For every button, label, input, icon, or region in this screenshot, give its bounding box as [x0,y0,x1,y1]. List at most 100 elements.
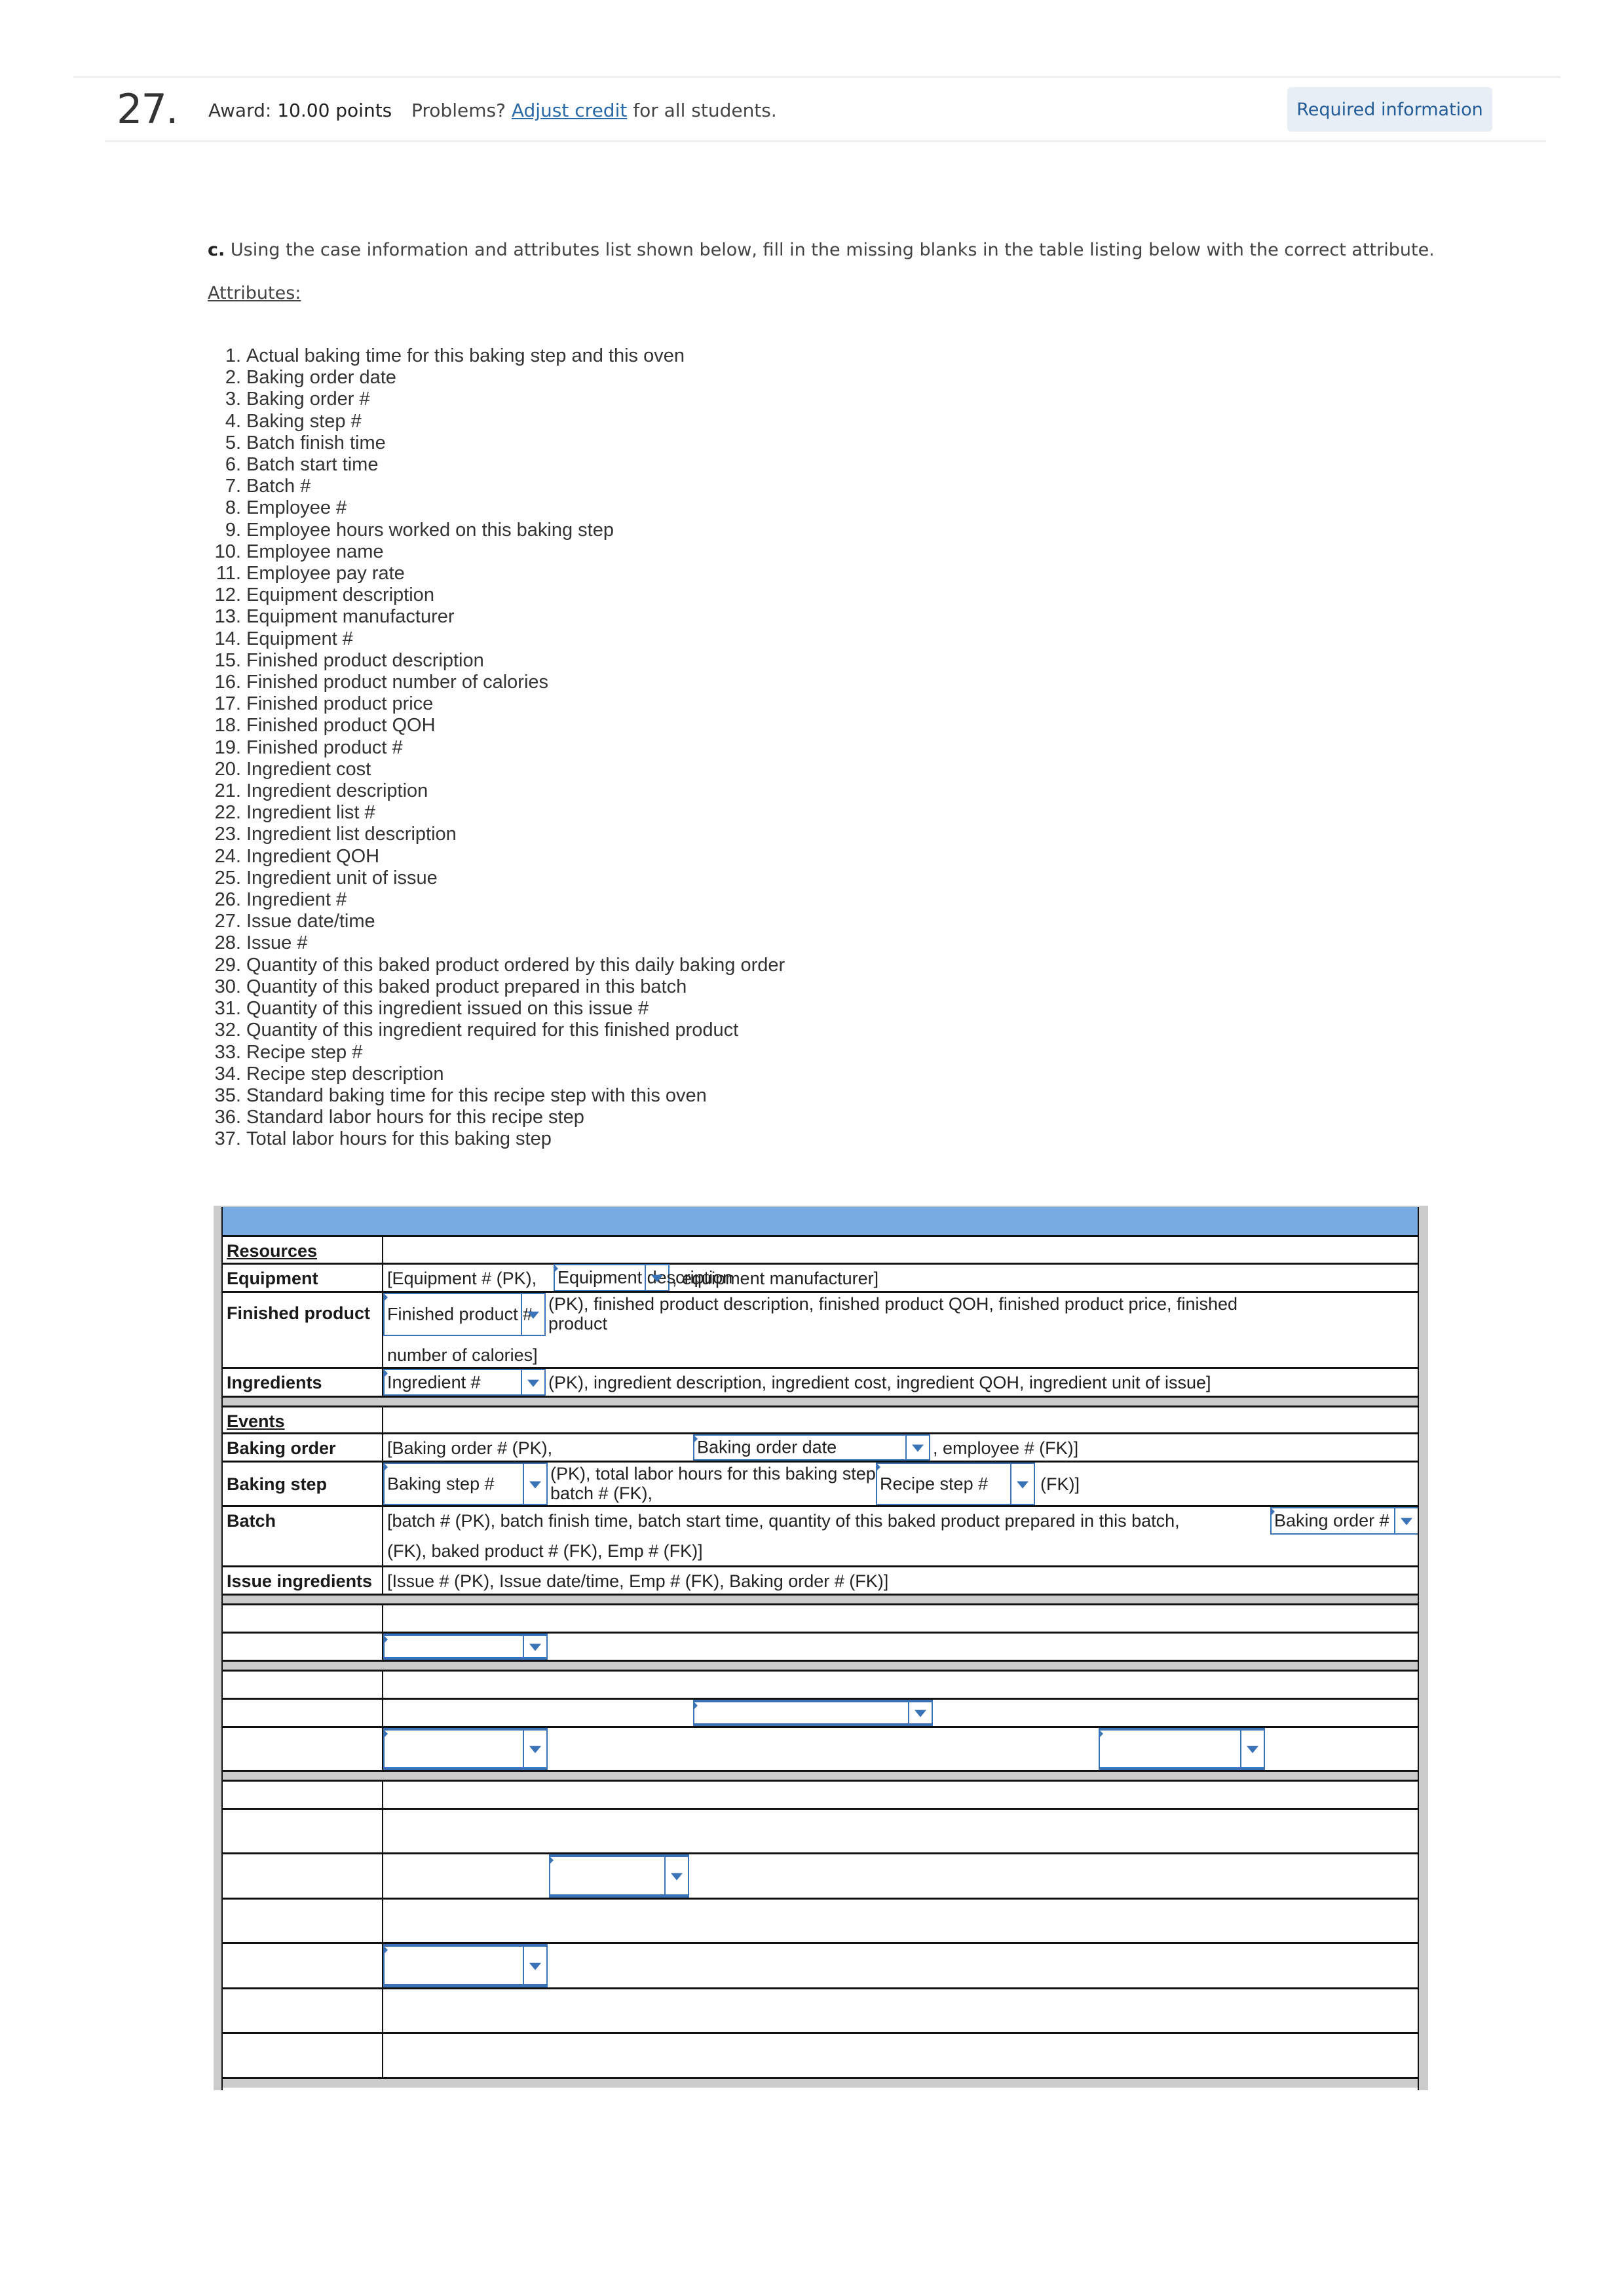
batch-baking-order-dropdown[interactable]: Baking order # [1270,1507,1419,1535]
flag-icon [383,1293,388,1302]
dropdown-button[interactable] [523,1731,546,1767]
attribute-text: Batch start time [246,454,379,476]
empty-dropdown[interactable] [383,1728,548,1770]
attribute-item: 31. Quantity of this ingredient issued on… [204,998,785,1020]
attribute-number: 29. [214,954,241,976]
dropdown-button[interactable] [523,1636,546,1657]
table-row-blank [221,1603,1419,1632]
baking-order-prefix: [Baking order # (PK), [387,1438,553,1458]
table-row-blank [221,1670,1419,1698]
finished-product-text-line1: (PK), finished product description, fini… [548,1294,1238,1314]
attribute-number: 7. [225,476,241,497]
empty-dropdown[interactable] [549,1854,689,1898]
dropdown-button[interactable] [1010,1464,1034,1504]
section-separator [221,1396,1419,1406]
attribute-text: Quantity of this ingredient required for… [246,1020,739,1041]
attribute-number: 30. [214,976,241,997]
dropdown-button[interactable] [905,1436,929,1459]
table-row-blank [221,2032,1419,2077]
attribute-number: 12. [214,584,241,606]
table-row-issue-ingredients: Issue ingredients [Issue # (PK), Issue d… [221,1565,1419,1594]
table-right-border [1418,1207,1419,2090]
attribute-item: 26. Ingredient # [204,889,785,911]
flag-icon [383,1463,388,1472]
attribute-item: 4. Baking step # [204,411,785,432]
attribute-item: 18. Finished product QOH [204,715,785,737]
problems-info: Problems? Adjust credit for all students… [411,100,777,121]
dropdown-button[interactable] [1240,1731,1264,1767]
attribute-number: 1. [225,345,241,366]
table-row-blank [221,1726,1419,1770]
dropdown-button[interactable] [523,1947,546,1984]
baking-step-middle-line2: batch # (FK), [550,1483,653,1503]
baking-order-dropdown[interactable]: Baking order date [693,1434,930,1461]
attribute-item: 21. Ingredient description [204,780,785,802]
chevron-down-icon [1401,1518,1412,1525]
chevron-down-icon [529,1962,541,1970]
attribute-number: 11. [216,563,241,584]
table-row-blank [221,1780,1419,1808]
baking-step-dropdown[interactable]: Baking step # [383,1463,548,1505]
attribute-number: 17. [214,693,241,715]
attribute-text: Employee # [246,497,347,519]
attribute-text: Ingredient list description [246,824,457,845]
attribute-item: 22. Ingredient list # [204,802,785,824]
dropdown-button[interactable] [908,1702,932,1723]
attribute-item: 24. Ingredient QOH [204,846,785,868]
finished-product-text-line3: number of calories] [387,1345,538,1365]
attribute-number: 34. [214,1063,241,1084]
equipment-suffix: , equipment manufacturer] [672,1269,879,1288]
chevron-down-icon [671,1873,683,1881]
flag-icon [383,1635,388,1644]
attribute-number: 3. [225,389,241,410]
empty-dropdown[interactable] [383,1944,548,1987]
attribute-text: Ingredient # [246,889,347,911]
baking-step-dropdown-value: Baking step # [387,1474,495,1493]
dropdown-button[interactable] [521,1370,544,1394]
attribute-list: 1. Actual baking time for this baking ste… [204,345,785,1151]
problems-suffix: for all students. [633,100,777,121]
dropdown-button[interactable] [645,1265,668,1290]
recipe-step-dropdown[interactable]: Recipe step # [876,1463,1035,1505]
dropdown-button[interactable] [521,1294,544,1335]
dropdown-button[interactable] [1394,1508,1418,1533]
issue-ingredients-text: [Issue # (PK), Issue date/time, Emp # (F… [387,1571,889,1591]
equipment-prefix: [Equipment # (PK), [387,1269,537,1288]
part-label: c. [208,240,225,260]
attribute-text: Employee name [246,541,384,562]
empty-dropdown[interactable] [383,1634,548,1660]
attribute-number: 10. [214,541,241,562]
ingredients-dropdown-value: Ingredient # [387,1372,481,1392]
dropdown-button[interactable] [523,1464,546,1504]
issue-ingredients-label: Issue ingredients [221,1567,383,1594]
attribute-item: 2. Baking order date [204,367,785,389]
attribute-item: 35. Standard baking time for this recipe … [204,1085,785,1107]
attribute-number: 20. [214,758,241,780]
dropdown-button[interactable] [664,1857,688,1894]
empty-dropdown[interactable] [693,1700,933,1727]
empty-dropdown[interactable] [1099,1728,1265,1770]
ingredients-dropdown[interactable]: Ingredient # [383,1369,546,1396]
attribute-text: Finished product number of calories [246,672,549,693]
attribute-text: Actual baking time for this baking step … [246,345,685,366]
attribute-text: Batch finish time [246,432,386,453]
attribute-text: Finished product description [246,649,484,671]
table-row-blank [221,1898,1419,1942]
attribute-item: 5. Batch finish time [204,432,785,454]
chevron-down-icon [912,1444,924,1452]
award-value: 10.00 points [277,100,392,121]
attribute-text: Ingredient QOH [246,845,380,867]
finished-product-dropdown-value: Finished product # [387,1304,533,1324]
table-header-band [221,1207,1419,1235]
adjust-credit-link[interactable]: Adjust credit [512,100,627,121]
finished-product-dropdown[interactable]: Finished product # [383,1293,546,1336]
table-row-batch: Batch [batch # (PK), batch finish time, … [221,1505,1419,1565]
attribute-item: 12. Equipment description [204,584,785,606]
chevron-down-icon [529,1643,541,1651]
attribute-text: Equipment # [246,628,353,649]
attribute-text: Recipe step description [246,1063,444,1084]
required-information-button[interactable]: Required information [1287,87,1492,132]
problems-prefix: Problems? [411,100,506,121]
attribute-item: 7. Batch # [204,476,785,497]
equipment-dropdown[interactable]: Equipment description [554,1264,732,1292]
